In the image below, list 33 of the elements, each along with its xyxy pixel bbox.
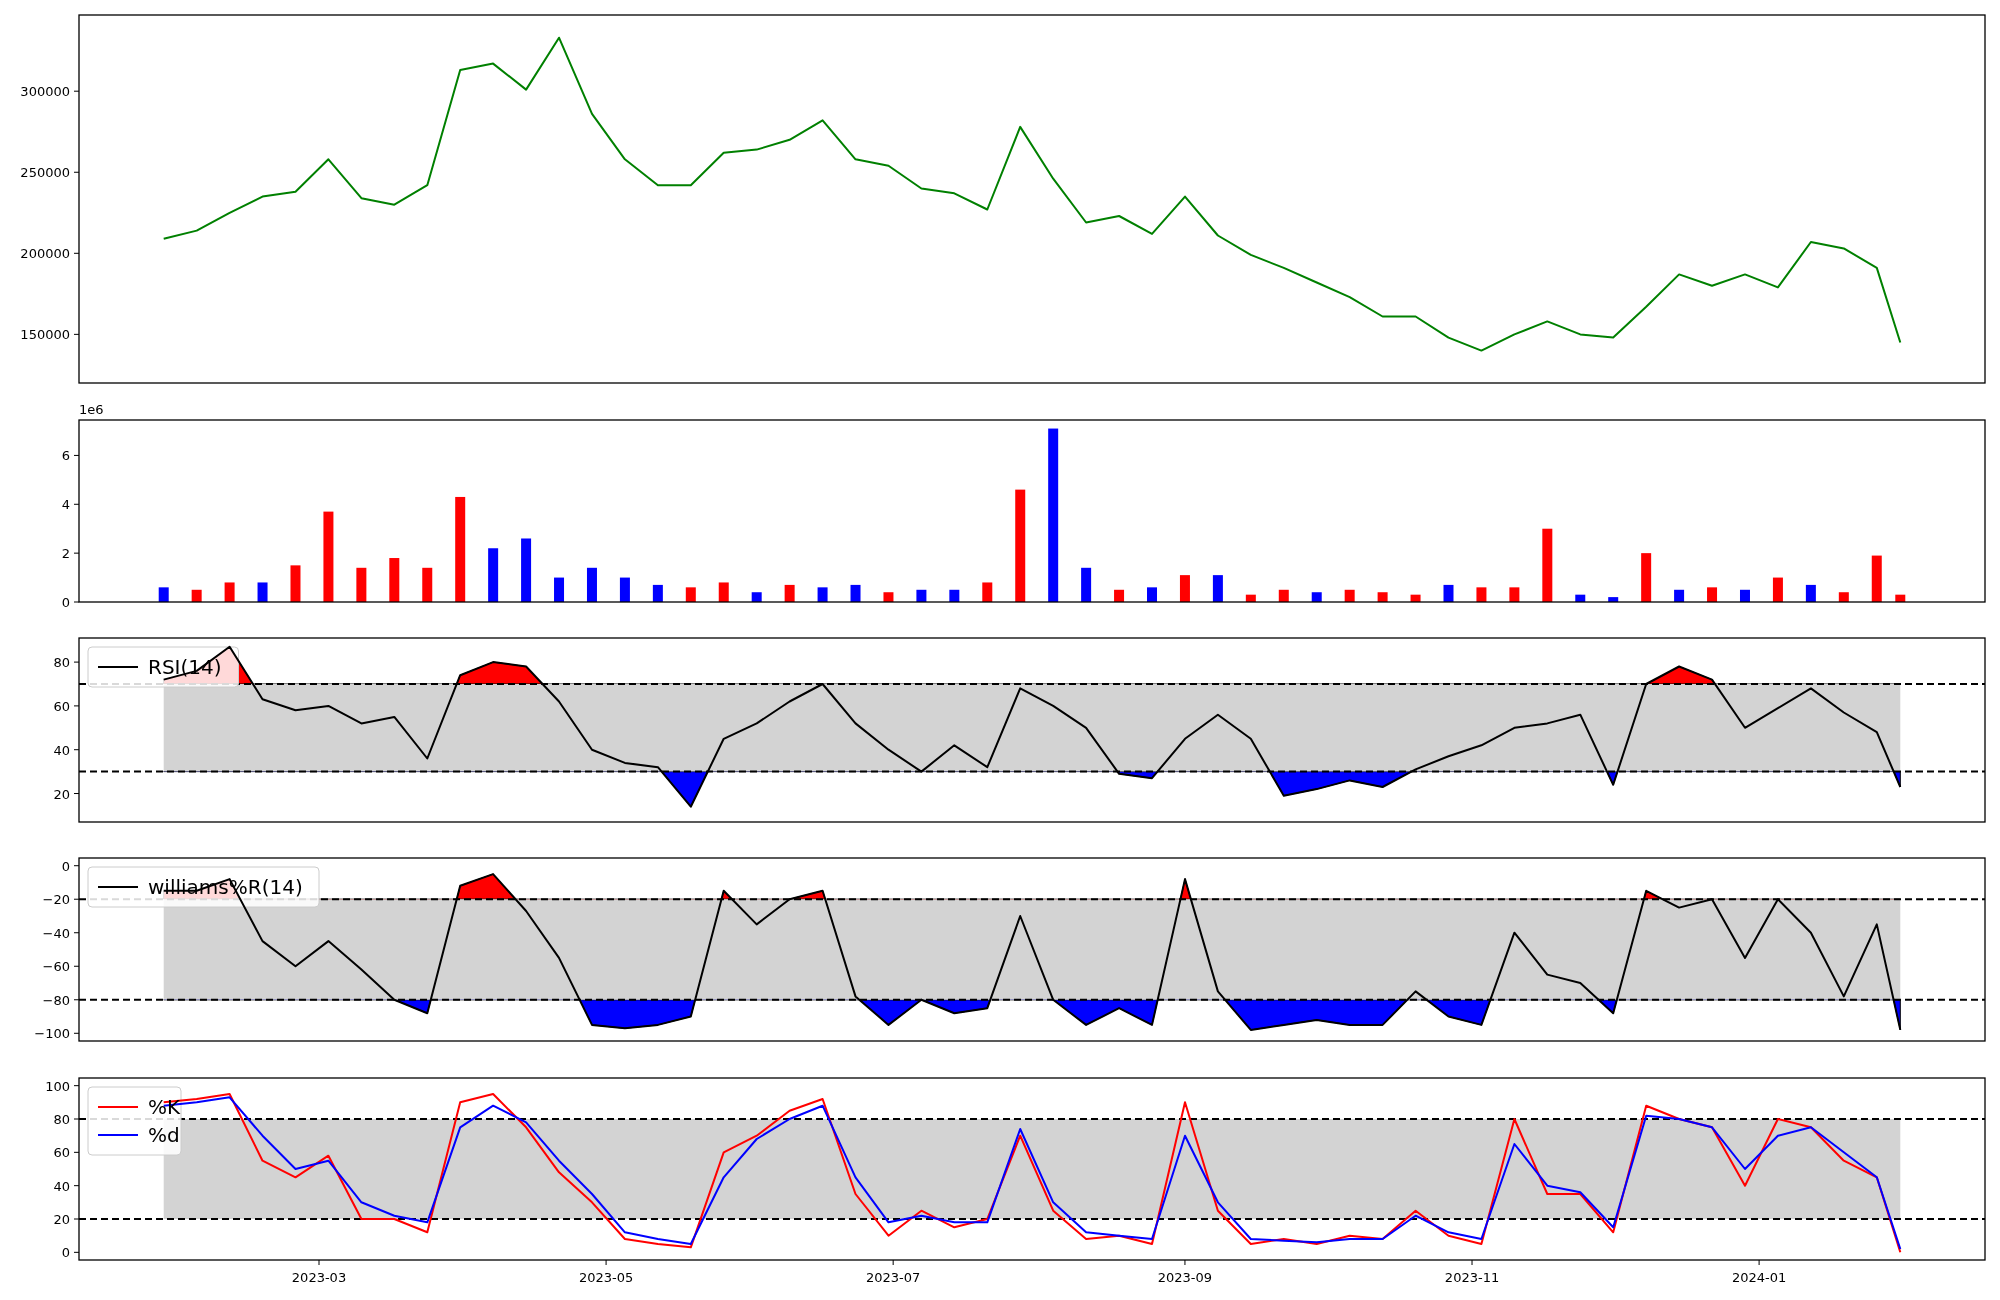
tick-label: −40: [42, 925, 70, 941]
tick-label: 250000: [20, 165, 70, 181]
tick-label: 2023-07: [866, 1270, 921, 1285]
tick-label: 40: [53, 1178, 70, 1194]
tick-label: 200000: [20, 246, 70, 262]
tick-label: 2: [61, 546, 70, 562]
tick-label: 80: [53, 1112, 70, 1127]
tick-label: 0: [61, 595, 70, 610]
tick-label: 20: [53, 786, 70, 802]
tick-label: 300000: [20, 84, 70, 100]
tick-label: 2023-03: [291, 1270, 347, 1285]
tick-label: 60: [53, 698, 70, 714]
tick-label: 100: [45, 1078, 70, 1094]
tick-label: 0: [61, 1245, 70, 1261]
legend-label: %K: [148, 1095, 181, 1119]
tick-label: 2024-01: [1731, 1270, 1787, 1285]
legend-label: %d: [148, 1123, 180, 1147]
tick-label: 2023-11: [1444, 1270, 1500, 1285]
tick-label: −60: [42, 959, 70, 975]
tick-label: 80: [53, 655, 70, 671]
tick-label: 0: [61, 858, 70, 874]
tick-label: 60: [53, 1145, 70, 1161]
tick-label: 2023-05: [578, 1270, 634, 1285]
tick-label: −100: [34, 1026, 70, 1042]
tick-label: 4: [61, 497, 70, 513]
tick-label: 2023-09: [1157, 1270, 1213, 1285]
tick-label: 6: [61, 448, 70, 464]
tick-label: −20: [42, 892, 70, 908]
scale-label: 1e6: [79, 402, 104, 417]
tick-label: 20: [53, 1212, 70, 1227]
tick-label: −80: [42, 992, 70, 1008]
tick-label: 150000: [20, 327, 70, 343]
tick-label: 40: [53, 742, 70, 758]
